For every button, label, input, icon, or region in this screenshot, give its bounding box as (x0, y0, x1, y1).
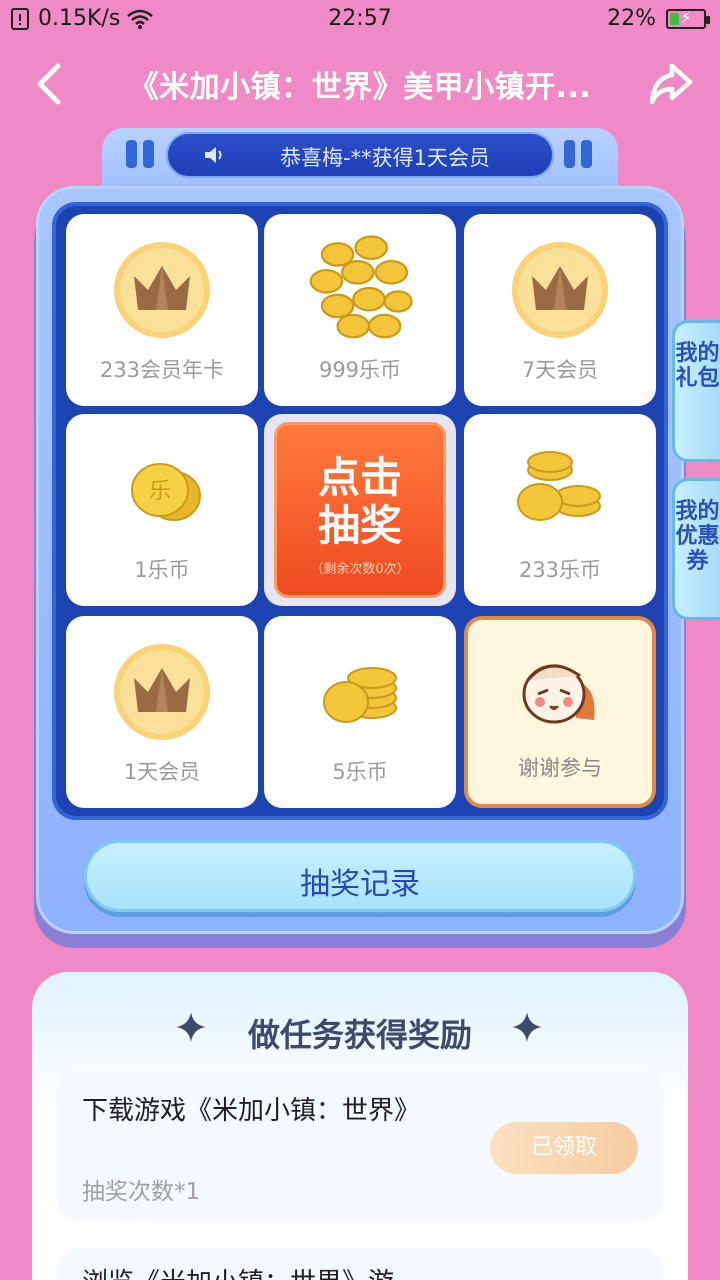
coin-stack-icon (323, 667, 397, 723)
crown-icon (512, 242, 608, 338)
battery-icon: ⚡ (666, 8, 710, 29)
prize-cell: 999乐币 (264, 214, 456, 406)
task-reward: 抽奖次数*1 (82, 1179, 201, 1205)
prize-label: 999乐币 (318, 358, 402, 382)
svg-text:乐: 乐 (149, 479, 171, 504)
pause-decoration-left (126, 140, 156, 168)
status-bar: 0.15K/s 22:57 22% ⚡ (0, 0, 720, 40)
share-icon (649, 63, 693, 105)
draw-text-line1: 点击 (317, 453, 402, 502)
draw-button[interactable]: 点击 抽奖 （剩余次数0次） (264, 414, 456, 606)
draw-text-line2: 抽奖 (317, 501, 402, 550)
record-button-label: 抽奖记录 (300, 867, 420, 902)
status-right: 22% ⚡ (607, 6, 710, 31)
header: 《米加小镇：世界》美甲小镇开... (0, 48, 720, 120)
crown-icon (114, 242, 210, 338)
prize-cell: 7天会员 (464, 214, 656, 406)
prize-cell: 乐 1乐币 (66, 414, 258, 606)
coin-icon: 乐 (131, 463, 201, 521)
sparkle-icon (512, 1012, 542, 1042)
coin-pile-icon (309, 235, 413, 339)
pause-decoration-right (564, 140, 594, 168)
speaker-icon (205, 147, 222, 163)
marquee-text: 恭喜梅-**获得1天会员 (280, 146, 490, 170)
prize-label: 谢谢参与 (518, 756, 602, 780)
page-title: 《米加小镇：世界》美甲小镇开... (128, 70, 592, 105)
my-coupon-tab[interactable]: 我的优惠券 (672, 478, 720, 620)
prize-cell: 5乐币 (264, 616, 456, 808)
prize-label: 1乐币 (134, 558, 190, 582)
back-button[interactable] (28, 58, 76, 110)
mascot-icon (522, 664, 595, 724)
prize-cell: 233乐币 (464, 414, 656, 606)
lottery-record-button[interactable]: 抽奖记录 (84, 840, 636, 912)
prize-cell: 233会员年卡 (66, 214, 258, 406)
share-button[interactable] (646, 60, 696, 108)
remaining-count: （剩余次数0次） (310, 562, 410, 577)
prize-label: 233会员年卡 (99, 358, 225, 382)
claimed-button[interactable]: 已领取 (490, 1122, 638, 1174)
back-arrow-icon (37, 63, 61, 105)
task-name: 浏览《米加小镇：世界》游 (82, 1262, 394, 1280)
task-name: 下载游戏《米加小镇：世界》 (82, 1096, 421, 1126)
my-gift-tab[interactable]: 我的礼包 (672, 320, 720, 462)
prize-label: 1天会员 (123, 760, 201, 784)
winner-marquee: 恭喜梅-**获得1天会员 (166, 132, 554, 178)
prize-cell-thanks: 谢谢参与 (464, 616, 656, 808)
prize-label: 7天会员 (521, 358, 599, 382)
crown-icon (114, 644, 210, 740)
task-section-title: 做任务获得奖励 (247, 1016, 472, 1054)
battery-percent: 22% (607, 6, 656, 31)
prize-label: 5乐币 (332, 760, 388, 784)
prize-label: 233乐币 (518, 558, 602, 582)
coin-stack-icon (517, 451, 601, 521)
prize-cell: 1天会员 (66, 616, 258, 808)
